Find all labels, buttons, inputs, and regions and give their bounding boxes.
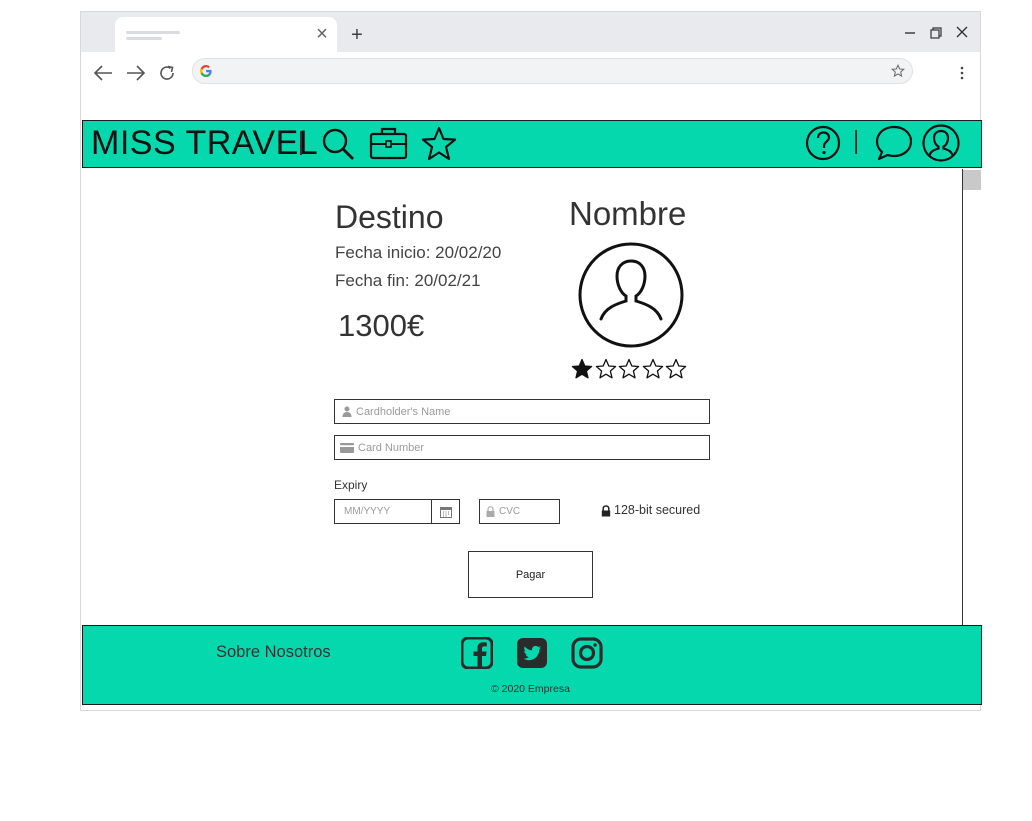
browser-window — [80, 11, 981, 711]
expiry-divider — [431, 500, 432, 523]
calendar-icon[interactable] — [440, 506, 452, 518]
google-icon — [200, 65, 212, 77]
header-divider-right — [855, 130, 857, 154]
lock-icon — [601, 505, 611, 517]
help-icon[interactable] — [805, 125, 841, 161]
tab-title-placeholder-2 — [126, 37, 162, 40]
star-empty-icon[interactable] — [642, 358, 664, 380]
expiry-label: Expiry — [334, 478, 368, 492]
browser-tab[interactable] — [115, 17, 337, 52]
twitter-icon[interactable] — [516, 637, 548, 669]
search-icon[interactable] — [320, 126, 356, 162]
bookmark-star-icon[interactable] — [891, 64, 905, 78]
instagram-icon[interactable] — [571, 637, 603, 669]
cvc-field[interactable] — [479, 499, 560, 524]
address-bar[interactable] — [192, 58, 913, 84]
header-divider — [300, 131, 302, 155]
back-arrow-icon[interactable] — [92, 63, 114, 83]
card-number-field[interactable] — [334, 435, 710, 460]
start-date: Fecha inicio: 20/02/20 — [335, 243, 502, 262]
copyright-text: © 2020 Empresa — [491, 683, 570, 695]
briefcase-icon[interactable] — [369, 126, 409, 160]
profile-avatar-icon — [578, 242, 684, 348]
card-number-input[interactable] — [358, 441, 709, 454]
tab-title-placeholder — [126, 31, 180, 34]
kebab-menu-icon[interactable] — [956, 64, 968, 82]
star-empty-icon[interactable] — [618, 358, 640, 380]
minimize-icon[interactable] — [902, 25, 918, 41]
reload-icon[interactable] — [157, 63, 177, 83]
rating-stars — [571, 358, 691, 380]
forward-arrow-icon[interactable] — [125, 63, 147, 83]
star-empty-icon[interactable] — [665, 358, 687, 380]
new-tab-icon[interactable]: + — [346, 24, 368, 46]
end-date: Fecha fin: 20/02/21 — [335, 271, 481, 290]
expiry-input[interactable] — [344, 506, 424, 517]
destination-title: Destino — [335, 199, 444, 235]
about-link[interactable]: Sobre Nosotros — [216, 643, 331, 662]
tab-close-icon[interactable]: × — [312, 23, 332, 45]
chat-icon[interactable] — [874, 124, 914, 162]
credit-card-icon — [340, 442, 354, 453]
facebook-icon[interactable] — [461, 637, 493, 669]
vertical-scrollbar[interactable] — [962, 169, 982, 625]
price: 1300€ — [338, 308, 425, 343]
brand-logo[interactable]: MISS TRAVEL — [91, 124, 318, 162]
star-icon[interactable] — [420, 126, 458, 162]
user-icon[interactable] — [921, 123, 961, 163]
cardholder-field[interactable] — [334, 399, 710, 424]
cvc-input[interactable] — [499, 506, 559, 517]
expiry-field[interactable] — [334, 499, 460, 524]
pay-button[interactable]: Pagar — [468, 551, 593, 598]
star-empty-icon[interactable] — [595, 358, 617, 380]
profile-name: Nombre — [569, 195, 687, 232]
star-filled-icon[interactable] — [571, 358, 593, 380]
lock-small-icon — [486, 506, 495, 517]
user-small-icon — [342, 406, 352, 417]
secured-text: 128-bit secured — [614, 503, 701, 517]
maximize-icon[interactable] — [928, 25, 944, 41]
cardholder-input[interactable] — [356, 405, 709, 418]
scrollbar-thumb[interactable] — [963, 170, 981, 190]
close-icon[interactable] — [954, 24, 970, 40]
